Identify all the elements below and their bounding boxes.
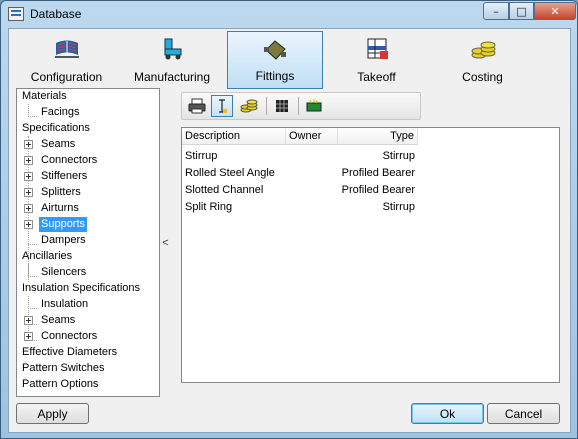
tree-item-supports[interactable]: Supports bbox=[39, 217, 88, 232]
tab-manufacturing[interactable]: Manufacturing bbox=[117, 31, 227, 89]
tree-item-insulation-specifications[interactable]: Insulation Specifications bbox=[22, 281, 140, 296]
row-type: Profiled Bearer bbox=[341, 184, 415, 196]
toolbar-separator bbox=[266, 97, 267, 115]
tree-guide bbox=[28, 244, 37, 245]
database-app-icon bbox=[8, 7, 24, 21]
expand-insulation-connectors-icon[interactable] bbox=[24, 332, 33, 341]
costing-tool-button[interactable] bbox=[238, 95, 260, 117]
tab-takeoff[interactable]: Takeoff bbox=[323, 31, 430, 89]
row-description: Slotted Channel bbox=[185, 184, 264, 196]
coins-icon bbox=[240, 99, 258, 113]
tree-item-insulation[interactable]: Insulation bbox=[41, 297, 88, 312]
row-description: Stirrup bbox=[185, 150, 218, 162]
new-item-tool-button[interactable] bbox=[303, 95, 325, 117]
expand-supports-icon[interactable] bbox=[24, 220, 33, 229]
list-header: Description Owner Type bbox=[182, 128, 418, 145]
table-row[interactable]: Rolled Steel Angle Profiled Bearer bbox=[182, 165, 418, 182]
row-description: Split Ring bbox=[185, 201, 233, 213]
tree-item-airturns[interactable]: Airturns bbox=[41, 201, 79, 216]
tab-configuration-label: Configuration bbox=[30, 70, 103, 84]
tree-item-pattern-switches[interactable]: Pattern Switches bbox=[22, 361, 105, 376]
column-type[interactable]: Type bbox=[338, 128, 418, 145]
window-title: Database bbox=[30, 7, 82, 21]
tree-guide bbox=[28, 276, 37, 277]
tree-guide bbox=[28, 308, 37, 309]
print-icon bbox=[188, 98, 206, 114]
tree-item-dampers[interactable]: Dampers bbox=[41, 233, 86, 248]
row-type: Profiled Bearer bbox=[341, 167, 415, 179]
row-type: Stirrup bbox=[382, 150, 415, 162]
expand-insulation-seams-icon[interactable] bbox=[24, 316, 33, 325]
apply-button[interactable]: Apply bbox=[16, 403, 89, 424]
cancel-button[interactable]: Cancel bbox=[487, 403, 560, 424]
fittings-list[interactable]: Description Owner Type Stirrup Stirrup R… bbox=[181, 127, 560, 383]
dialog-client-area: Configuration Manufacturing Fittings Tak… bbox=[8, 28, 571, 433]
tree-item-seams[interactable]: Seams bbox=[41, 137, 75, 152]
row-description: Rolled Steel Angle bbox=[185, 167, 275, 179]
tree-item-materials[interactable]: Materials bbox=[22, 89, 67, 104]
expand-splitters-icon[interactable] bbox=[24, 188, 33, 197]
expand-stiffeners-icon[interactable] bbox=[24, 172, 33, 181]
table-row[interactable]: Slotted Channel Profiled Bearer bbox=[182, 182, 418, 199]
collapse-splitter[interactable]: < bbox=[161, 88, 170, 397]
tree-guide bbox=[28, 116, 37, 117]
tree-item-pattern-options[interactable]: Pattern Options bbox=[22, 377, 98, 392]
new-item-icon bbox=[306, 99, 322, 112]
maximize-button[interactable]: □ bbox=[509, 2, 534, 20]
toolbar-separator bbox=[298, 97, 299, 115]
tree-item-facings[interactable]: Facings bbox=[41, 105, 80, 120]
tab-costing-label: Costing bbox=[462, 70, 503, 84]
configuration-icon bbox=[54, 40, 79, 58]
tab-manufacturing-label: Manufacturing bbox=[133, 70, 211, 84]
manufacturing-icon bbox=[164, 38, 182, 60]
close-button[interactable]: ✕ bbox=[534, 2, 576, 20]
print-tool-button[interactable] bbox=[186, 95, 208, 117]
table-row[interactable]: Stirrup Stirrup bbox=[182, 148, 418, 165]
table-row[interactable]: Split Ring Stirrup bbox=[182, 199, 418, 216]
costing-icon bbox=[471, 41, 495, 59]
tree-item-specifications[interactable]: Specifications bbox=[22, 121, 90, 136]
tree-item-ancillaries[interactable]: Ancillaries bbox=[22, 249, 72, 264]
expand-seams-icon[interactable] bbox=[24, 140, 33, 149]
text-tool-button[interactable] bbox=[211, 95, 233, 117]
grid-icon bbox=[276, 100, 288, 112]
expand-connectors-icon[interactable] bbox=[24, 156, 33, 165]
tree-item-splitters[interactable]: Splitters bbox=[41, 185, 81, 200]
list-toolbar bbox=[181, 92, 421, 120]
title-bar[interactable]: Database – □ ✕ bbox=[1, 1, 577, 28]
tree-item-insulation-connectors[interactable]: Connectors bbox=[41, 329, 97, 344]
tree-item-connectors[interactable]: Connectors bbox=[41, 153, 97, 168]
tab-fittings-label: Fittings bbox=[255, 69, 295, 83]
tab-costing[interactable]: Costing bbox=[430, 31, 535, 89]
tree-item-effective-diameters[interactable]: Effective Diameters bbox=[22, 345, 117, 360]
expand-airturns-icon[interactable] bbox=[24, 204, 33, 213]
row-type: Stirrup bbox=[382, 201, 415, 213]
fittings-icon bbox=[264, 40, 286, 60]
tab-configuration[interactable]: Configuration bbox=[16, 31, 117, 89]
text-cursor-icon bbox=[219, 99, 227, 113]
minimize-button[interactable]: – bbox=[483, 2, 509, 20]
column-owner[interactable]: Owner bbox=[286, 128, 338, 145]
tab-fittings[interactable]: Fittings bbox=[227, 31, 323, 89]
tree-item-stiffeners[interactable]: Stiffeners bbox=[41, 169, 87, 184]
tree-item-silencers[interactable]: Silencers bbox=[41, 265, 86, 280]
database-window: Database – □ ✕ Configuration Manufacturi… bbox=[0, 0, 578, 439]
tree-item-insulation-seams[interactable]: Seams bbox=[41, 313, 75, 328]
tab-takeoff-label: Takeoff bbox=[357, 70, 396, 84]
grid-tool-button[interactable] bbox=[271, 95, 293, 117]
ok-button[interactable]: Ok bbox=[411, 403, 484, 424]
category-tree[interactable]: Materials Facings Specifications Seams C… bbox=[16, 88, 160, 397]
tree-guide bbox=[28, 264, 29, 277]
column-description[interactable]: Description bbox=[182, 128, 286, 145]
takeoff-icon bbox=[367, 38, 388, 59]
category-bar: Configuration Manufacturing Fittings Tak… bbox=[16, 31, 565, 89]
